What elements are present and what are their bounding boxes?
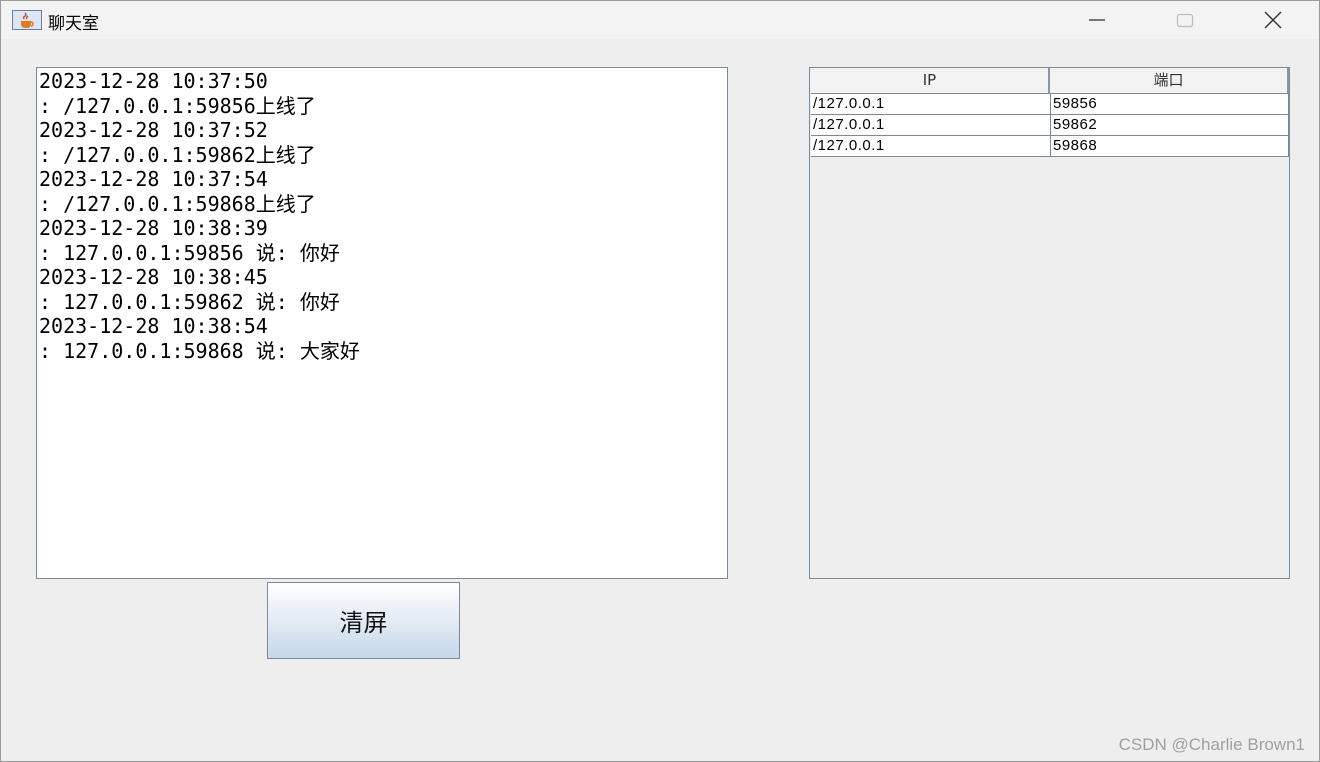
cell-port: 59868 <box>1051 136 1289 156</box>
cell-ip: /127.0.0.1 <box>811 115 1051 135</box>
table-row[interactable]: /127.0.0.1 59862 <box>811 115 1289 136</box>
close-icon <box>1264 11 1282 29</box>
chat-line: : 127.0.0.1:59856 说: 你好 <box>39 240 340 265</box>
chat-line: 2023-12-28 10:37:52 <box>39 118 268 142</box>
chat-window: 聊天室 2023-12-28 10:37:50 : /127.0.0.1:598… <box>0 0 1320 762</box>
clear-screen-button[interactable]: 清屏 <box>267 582 460 659</box>
minimize-icon <box>1089 19 1105 21</box>
cell-port: 59862 <box>1051 115 1289 135</box>
chat-line: : /127.0.0.1:59868上线了 <box>39 191 316 216</box>
chat-line: 2023-12-28 10:37:50 <box>39 69 268 93</box>
chat-line: 2023-12-28 10:37:54 <box>39 167 268 191</box>
chat-line: 2023-12-28 10:38:39 <box>39 216 268 240</box>
watermark: CSDN @Charlie Brown1 <box>1118 735 1305 754</box>
chat-line: : /127.0.0.1:59856上线了 <box>39 93 316 118</box>
maximize-button[interactable] <box>1141 1 1229 39</box>
table-row[interactable]: /127.0.0.1 59856 <box>811 94 1289 115</box>
column-header-port[interactable]: 端口 <box>1050 68 1289 93</box>
window-title: 聊天室 <box>48 14 99 34</box>
table-row[interactable]: /127.0.0.1 59868 <box>811 136 1289 157</box>
minimize-button[interactable] <box>1053 1 1141 39</box>
close-button[interactable] <box>1229 1 1317 39</box>
maximize-icon <box>1176 13 1194 28</box>
chat-line: : 127.0.0.1:59862 说: 你好 <box>39 289 340 314</box>
cell-ip: /127.0.0.1 <box>811 136 1051 156</box>
chat-line: 2023-12-28 10:38:45 <box>39 265 268 289</box>
java-cup-icon <box>12 10 42 30</box>
column-header-ip[interactable]: IP <box>811 68 1050 93</box>
chat-log-textarea[interactable]: 2023-12-28 10:37:50 : /127.0.0.1:59856上线… <box>36 67 728 579</box>
table-header: IP 端口 <box>811 68 1289 94</box>
cell-ip: /127.0.0.1 <box>811 94 1051 114</box>
chat-line: : /127.0.0.1:59862上线了 <box>39 142 316 167</box>
clients-table[interactable]: IP 端口 /127.0.0.1 59856 /127.0.0.1 59862 … <box>809 67 1290 579</box>
table-body: /127.0.0.1 59856 /127.0.0.1 59862 /127.0… <box>811 94 1289 157</box>
title-bar[interactable]: 聊天室 <box>1 1 1319 39</box>
chat-line: 2023-12-28 10:38:54 <box>39 314 268 338</box>
chat-line: : 127.0.0.1:59868 说: 大家好 <box>39 338 360 363</box>
cell-port: 59856 <box>1051 94 1289 114</box>
